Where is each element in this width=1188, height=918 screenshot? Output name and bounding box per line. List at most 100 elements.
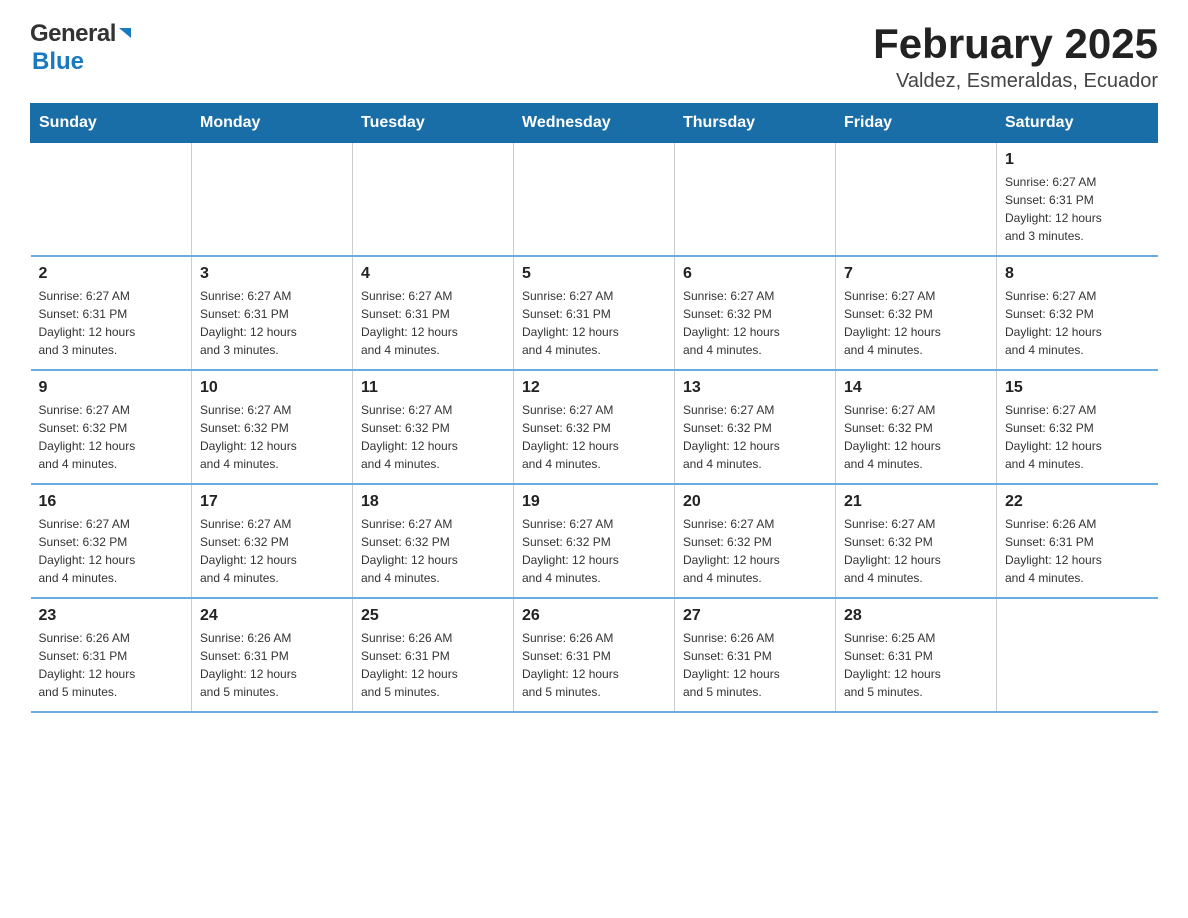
week-row-5: 23 Sunrise: 6:26 AM Sunset: 6:31 PM Dayli… xyxy=(31,598,1158,712)
calendar-cell: 4 Sunrise: 6:27 AM Sunset: 6:31 PM Daylig… xyxy=(353,256,514,370)
day-info: Sunrise: 6:26 AM Sunset: 6:31 PM Dayligh… xyxy=(39,629,184,701)
calendar-cell: 3 Sunrise: 6:27 AM Sunset: 6:31 PM Daylig… xyxy=(192,256,353,370)
calendar-cell xyxy=(514,143,675,257)
calendar-cell: 24 Sunrise: 6:26 AM Sunset: 6:31 PM Dayli… xyxy=(192,598,353,712)
day-number: 17 xyxy=(200,493,344,511)
week-row-4: 16Sunrise: 6:27 AM Sunset: 6:32 PM Dayli… xyxy=(31,484,1158,598)
calendar-cell: 7 Sunrise: 6:27 AM Sunset: 6:32 PM Daylig… xyxy=(836,256,997,370)
title-area: February 2025 Valdez, Esmeraldas, Ecuado… xyxy=(873,20,1158,93)
calendar-cell: 20Sunrise: 6:27 AM Sunset: 6:32 PM Dayli… xyxy=(675,484,836,598)
day-number: 1 xyxy=(1005,151,1150,169)
day-number: 5 xyxy=(522,265,666,283)
calendar-cell xyxy=(353,143,514,257)
day-info: Sunrise: 6:27 AM Sunset: 6:32 PM Dayligh… xyxy=(844,401,988,473)
logo-arrow-icon xyxy=(117,24,139,46)
day-number: 23 xyxy=(39,607,184,625)
day-number: 3 xyxy=(200,265,344,283)
calendar-cell xyxy=(997,598,1158,712)
calendar-cell: 9 Sunrise: 6:27 AM Sunset: 6:32 PM Daylig… xyxy=(31,370,192,484)
day-info: Sunrise: 6:25 AM Sunset: 6:31 PM Dayligh… xyxy=(844,629,988,701)
calendar-cell: 11 Sunrise: 6:27 AM Sunset: 6:32 PM Dayli… xyxy=(353,370,514,484)
calendar-cell: 15 Sunrise: 6:27 AM Sunset: 6:32 PM Dayli… xyxy=(997,370,1158,484)
day-info: Sunrise: 6:27 AM Sunset: 6:31 PM Dayligh… xyxy=(361,287,505,359)
calendar-cell: 27 Sunrise: 6:26 AM Sunset: 6:31 PM Dayli… xyxy=(675,598,836,712)
calendar-cell: 25 Sunrise: 6:26 AM Sunset: 6:31 PM Dayli… xyxy=(353,598,514,712)
day-info: Sunrise: 6:27 AM Sunset: 6:32 PM Dayligh… xyxy=(844,515,988,587)
page-header: General Blue February 2025 Valdez, Esmer… xyxy=(30,20,1158,93)
calendar-cell: 8Sunrise: 6:27 AM Sunset: 6:32 PM Daylig… xyxy=(997,256,1158,370)
day-number: 25 xyxy=(361,607,505,625)
day-number: 22 xyxy=(1005,493,1150,511)
week-row-2: 2 Sunrise: 6:27 AM Sunset: 6:31 PM Daylig… xyxy=(31,256,1158,370)
day-info: Sunrise: 6:27 AM Sunset: 6:32 PM Dayligh… xyxy=(683,401,827,473)
logo: General Blue xyxy=(30,20,139,76)
calendar-cell: 5 Sunrise: 6:27 AM Sunset: 6:31 PM Daylig… xyxy=(514,256,675,370)
day-info: Sunrise: 6:27 AM Sunset: 6:32 PM Dayligh… xyxy=(200,401,344,473)
day-number: 4 xyxy=(361,265,505,283)
calendar-cell: 19 Sunrise: 6:27 AM Sunset: 6:32 PM Dayli… xyxy=(514,484,675,598)
week-row-3: 9 Sunrise: 6:27 AM Sunset: 6:32 PM Daylig… xyxy=(31,370,1158,484)
month-title: February 2025 xyxy=(873,20,1158,68)
day-info: Sunrise: 6:27 AM Sunset: 6:32 PM Dayligh… xyxy=(361,401,505,473)
day-info: Sunrise: 6:26 AM Sunset: 6:31 PM Dayligh… xyxy=(361,629,505,701)
day-info: Sunrise: 6:27 AM Sunset: 6:31 PM Dayligh… xyxy=(1005,173,1150,245)
day-number: 7 xyxy=(844,265,988,283)
calendar-header-row: Sunday Monday Tuesday Wednesday Thursday… xyxy=(31,104,1158,143)
calendar-cell: 10 Sunrise: 6:27 AM Sunset: 6:32 PM Dayli… xyxy=(192,370,353,484)
calendar-cell: 17Sunrise: 6:27 AM Sunset: 6:32 PM Dayli… xyxy=(192,484,353,598)
header-tuesday: Tuesday xyxy=(353,104,514,143)
day-number: 20 xyxy=(683,493,827,511)
calendar-cell xyxy=(836,143,997,257)
calendar-cell: 22 Sunrise: 6:26 AM Sunset: 6:31 PM Dayli… xyxy=(997,484,1158,598)
day-number: 19 xyxy=(522,493,666,511)
day-info: Sunrise: 6:27 AM Sunset: 6:32 PM Dayligh… xyxy=(39,515,184,587)
calendar-table: Sunday Monday Tuesday Wednesday Thursday… xyxy=(30,103,1158,713)
day-number: 24 xyxy=(200,607,344,625)
calendar-cell xyxy=(192,143,353,257)
header-monday: Monday xyxy=(192,104,353,143)
day-number: 6 xyxy=(683,265,827,283)
day-number: 26 xyxy=(522,607,666,625)
day-info: Sunrise: 6:27 AM Sunset: 6:31 PM Dayligh… xyxy=(522,287,666,359)
day-info: Sunrise: 6:26 AM Sunset: 6:31 PM Dayligh… xyxy=(200,629,344,701)
day-number: 9 xyxy=(39,379,184,397)
day-number: 2 xyxy=(39,265,184,283)
day-info: Sunrise: 6:26 AM Sunset: 6:31 PM Dayligh… xyxy=(683,629,827,701)
logo-blue-text: Blue xyxy=(32,48,84,75)
week-row-1: 1 Sunrise: 6:27 AM Sunset: 6:31 PM Daylig… xyxy=(31,143,1158,257)
day-info: Sunrise: 6:27 AM Sunset: 6:32 PM Dayligh… xyxy=(522,515,666,587)
day-number: 10 xyxy=(200,379,344,397)
day-number: 11 xyxy=(361,379,505,397)
day-info: Sunrise: 6:27 AM Sunset: 6:32 PM Dayligh… xyxy=(1005,287,1150,359)
header-thursday: Thursday xyxy=(675,104,836,143)
logo-general-text: General xyxy=(30,20,116,48)
day-info: Sunrise: 6:27 AM Sunset: 6:31 PM Dayligh… xyxy=(200,287,344,359)
header-wednesday: Wednesday xyxy=(514,104,675,143)
calendar-cell: 16Sunrise: 6:27 AM Sunset: 6:32 PM Dayli… xyxy=(31,484,192,598)
location-title: Valdez, Esmeraldas, Ecuador xyxy=(873,70,1158,93)
day-info: Sunrise: 6:27 AM Sunset: 6:32 PM Dayligh… xyxy=(683,287,827,359)
calendar-cell: 1 Sunrise: 6:27 AM Sunset: 6:31 PM Daylig… xyxy=(997,143,1158,257)
calendar-cell xyxy=(675,143,836,257)
day-info: Sunrise: 6:27 AM Sunset: 6:32 PM Dayligh… xyxy=(1005,401,1150,473)
day-info: Sunrise: 6:27 AM Sunset: 6:32 PM Dayligh… xyxy=(844,287,988,359)
day-number: 14 xyxy=(844,379,988,397)
day-number: 28 xyxy=(844,607,988,625)
calendar-cell: 18 Sunrise: 6:27 AM Sunset: 6:32 PM Dayli… xyxy=(353,484,514,598)
calendar-cell: 12Sunrise: 6:27 AM Sunset: 6:32 PM Dayli… xyxy=(514,370,675,484)
calendar-cell: 28 Sunrise: 6:25 AM Sunset: 6:31 PM Dayli… xyxy=(836,598,997,712)
day-number: 15 xyxy=(1005,379,1150,397)
calendar-cell: 2Sunrise: 6:27 AM Sunset: 6:31 PM Daylig… xyxy=(31,256,192,370)
calendar-cell: 26Sunrise: 6:26 AM Sunset: 6:31 PM Dayli… xyxy=(514,598,675,712)
day-number: 27 xyxy=(683,607,827,625)
day-number: 18 xyxy=(361,493,505,511)
day-info: Sunrise: 6:27 AM Sunset: 6:32 PM Dayligh… xyxy=(39,401,184,473)
header-saturday: Saturday xyxy=(997,104,1158,143)
day-info: Sunrise: 6:27 AM Sunset: 6:32 PM Dayligh… xyxy=(361,515,505,587)
header-friday: Friday xyxy=(836,104,997,143)
calendar-cell: 13Sunrise: 6:27 AM Sunset: 6:32 PM Dayli… xyxy=(675,370,836,484)
day-info: Sunrise: 6:26 AM Sunset: 6:31 PM Dayligh… xyxy=(1005,515,1150,587)
header-sunday: Sunday xyxy=(31,104,192,143)
calendar-cell: 14 Sunrise: 6:27 AM Sunset: 6:32 PM Dayli… xyxy=(836,370,997,484)
day-number: 21 xyxy=(844,493,988,511)
